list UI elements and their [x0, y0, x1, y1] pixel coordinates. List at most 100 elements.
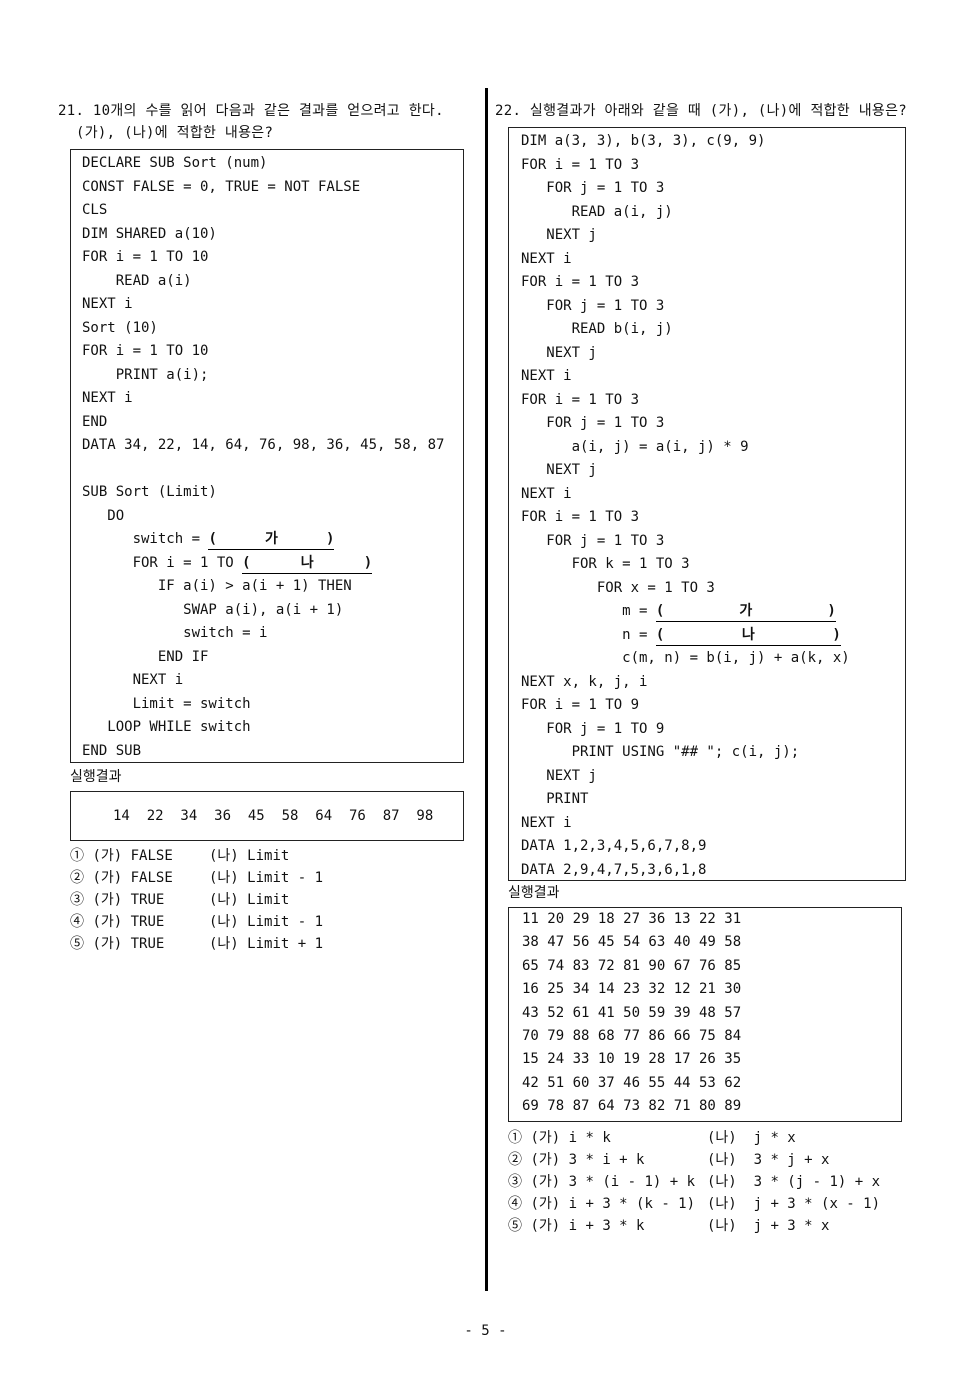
q22-code-line: m = () 가 — [521, 601, 836, 622]
q22-code-line: c(m, n) = b(i, j) + a(k, x) — [521, 650, 850, 666]
q21-code-line: FOR i = 1 TO () 나 — [82, 553, 373, 574]
choice-option-na: (나) Limit — [209, 892, 290, 908]
q22-code-line: FOR j = 1 TO 9 — [521, 720, 665, 737]
q22-title: 22. 실행결과가 아래와 같을 때 (가), (나)에 적합한 내용은? — [495, 103, 907, 119]
choice-option-ga: (가) TRUE — [92, 892, 165, 908]
q21-code-line: Sort (10) — [82, 319, 158, 336]
q21-code-line: SUB Sort (Limit) — [82, 484, 217, 500]
q21-code-line: END — [82, 413, 108, 430]
q21-choice-4[interactable]: ④ (가) TRUE — [70, 911, 164, 931]
q21-choice-5[interactable]: ⑤ (가) TRUE — [70, 933, 164, 953]
q22-code-line: a(i, j) = a(i, j) * 9 — [521, 438, 749, 455]
q22-result-row: 11 20 29 18 27 36 13 22 31 — [522, 911, 742, 927]
q21-code-line: END IF — [82, 648, 209, 665]
column-divider — [485, 88, 488, 1291]
q22-code-line: FOR x = 1 TO 3 — [521, 579, 715, 596]
q21-code-line: Limit = switch — [82, 695, 251, 712]
q22-code-line: READ a(i, j) — [521, 203, 673, 220]
q21-code-line: SWAP a(i), a(i + 1) — [82, 601, 344, 618]
q21-code-line: DO — [82, 507, 125, 524]
q22-result-row: 16 25 34 14 23 32 12 21 30 — [522, 981, 742, 998]
q22-result-row: 42 51 60 37 46 55 44 53 62 — [522, 1074, 742, 1091]
choice-option-na: (나) j * x — [707, 1130, 796, 1146]
q22-code-line: FOR j = 1 TO 3 — [521, 532, 665, 549]
choice-number: ⑤ — [508, 1218, 531, 1234]
choice-number: ② — [70, 870, 93, 886]
q21-choice-3[interactable]: ③ (가) TRUE — [70, 889, 164, 909]
q22-blank-ga-label: 가 — [739, 603, 753, 619]
q21-code-line: DATA 34, 22, 14, 64, 76, 98, 36, 45, 58,… — [82, 437, 445, 453]
q22-code-line: n = () 나 — [521, 625, 841, 646]
q22-result-row: 15 24 33 10 19 28 17 26 35 — [522, 1051, 742, 1068]
q22-code-line: DIM a(3, 3), b(3, 3), c(9, 9) — [521, 133, 766, 149]
q22-code-line: PRINT — [521, 791, 589, 807]
q22-choice-5[interactable]: ⑤ (가) i + 3 * k — [508, 1215, 644, 1235]
q21-result-label: 실행결과 — [70, 769, 122, 785]
q21-code-line: NEXT i — [82, 390, 133, 406]
q21-blank-na: () 나 — [242, 553, 373, 574]
choice-option-ga: (가) FALSE — [92, 848, 173, 864]
q22-code-line: NEXT j — [521, 462, 597, 478]
q21-code-line: NEXT i — [82, 672, 184, 688]
choice-number: ① — [508, 1130, 531, 1146]
choice-option-ga: (가) 3 * (i - 1) + k — [530, 1174, 696, 1190]
q21-code-line: CONST FALSE = 0, TRUE = NOT FALSE — [82, 178, 361, 195]
q22-code-line: FOR i = 1 TO 9 — [521, 697, 640, 713]
q22-code-line: FOR j = 1 TO 3 — [521, 415, 665, 431]
q21-result-output: 14 22 34 36 45 58 64 76 87 98 — [113, 808, 434, 824]
q22-result-row: 38 47 56 45 54 63 40 49 58 — [522, 934, 742, 951]
q22-code-line: DATA 1,2,3,4,5,6,7,8,9 — [521, 838, 707, 854]
q22-choice-2[interactable]: ② (가) 3 * i + k — [508, 1149, 644, 1169]
q22-code-line: FOR i = 1 TO 3 — [521, 509, 640, 525]
q22-code-line: FOR k = 1 TO 3 — [521, 556, 690, 572]
choice-option-ga: (가) FALSE — [92, 870, 173, 886]
choice-number: ④ — [70, 914, 93, 930]
q21-code-line: switch = () 가 — [82, 529, 335, 550]
q22-result-row: 43 52 61 41 50 59 39 48 57 — [522, 1004, 742, 1021]
q21-code-line: END SUB — [82, 742, 142, 759]
q22-code-line: FOR i = 1 TO 3 — [521, 274, 640, 290]
choice-option-na: (나) Limit - 1 — [209, 914, 324, 930]
q22-blank-na: () 나 — [655, 625, 841, 646]
choice-option-ga: (가) 3 * i + k — [530, 1152, 645, 1168]
choice-option-na: (나) Limit — [209, 848, 290, 864]
choice-option-ga: (가) TRUE — [92, 936, 165, 952]
q21-code-line: DIM SHARED a(10) — [82, 225, 217, 242]
q21-code-line: switch = i — [82, 625, 268, 641]
q22-code-line: NEXT i — [521, 368, 572, 384]
q22-code-line: NEXT j — [521, 767, 597, 784]
q22-blank-ga: () 가 — [655, 601, 836, 622]
q22-choice-1[interactable]: ① (가) i * k — [508, 1127, 611, 1147]
q22-code-line: NEXT i — [521, 814, 572, 831]
choice-option-ga: (가) i + 3 * (k - 1) — [530, 1196, 696, 1212]
choice-option-ga: (가) i + 3 * k — [530, 1218, 645, 1234]
q22-blank-na-label: 나 — [741, 626, 755, 643]
q22-result-row: 69 78 87 64 73 82 71 80 89 — [522, 1098, 742, 1115]
q22-code-line: FOR i = 1 TO 3 — [521, 156, 640, 173]
q21-code-line: PRINT a(i); — [82, 366, 209, 383]
q22-code-line: FOR j = 1 TO 3 — [521, 180, 665, 196]
q22-choice-3[interactable]: ③ (가) 3 * (i - 1) + k — [508, 1171, 695, 1191]
q22-result-box: 11 20 29 18 27 36 13 22 31 38 47 56 45 54… — [508, 907, 902, 1122]
q21-title-line1: 21. 10개의 수를 읽어 다음과 같은 결과를 얻으려고 한다. — [58, 103, 444, 119]
choice-number: ② — [508, 1152, 531, 1168]
choice-option-na: (나) 3 * j + x — [707, 1152, 830, 1168]
choice-option-na: (나) Limit + 1 — [209, 936, 324, 952]
q21-choice-2[interactable]: ② (가) FALSE — [70, 867, 173, 887]
q22-result-label: 실행결과 — [508, 885, 560, 901]
q22-choice-4[interactable]: ④ (가) i + 3 * (k - 1) — [508, 1193, 695, 1213]
q21-code-line: IF a(i) > a(i + 1) THEN — [82, 578, 352, 594]
choice-number: ③ — [70, 892, 93, 908]
q22-code-line: NEXT j — [521, 344, 597, 361]
choice-option-na: (나) j + 3 * (x - 1) — [707, 1196, 881, 1212]
q22-code-line: DATA 2,9,4,7,5,3,6,1,8 — [521, 861, 707, 878]
q21-blank-ga: () 가 — [208, 529, 335, 550]
q22-code-line: NEXT i — [521, 250, 572, 267]
q21-code-line: FOR i = 1 TO 10 — [82, 343, 209, 359]
q21-code-line: READ a(i) — [82, 272, 192, 289]
page-number: - 5 - — [464, 1323, 507, 1339]
q22-code-line: NEXT x, k, j, i — [521, 673, 648, 690]
choice-number: ① — [70, 848, 93, 864]
choice-option-na: (나) Limit - 1 — [209, 870, 324, 886]
q21-choice-1[interactable]: ① (가) FALSE — [70, 845, 173, 865]
